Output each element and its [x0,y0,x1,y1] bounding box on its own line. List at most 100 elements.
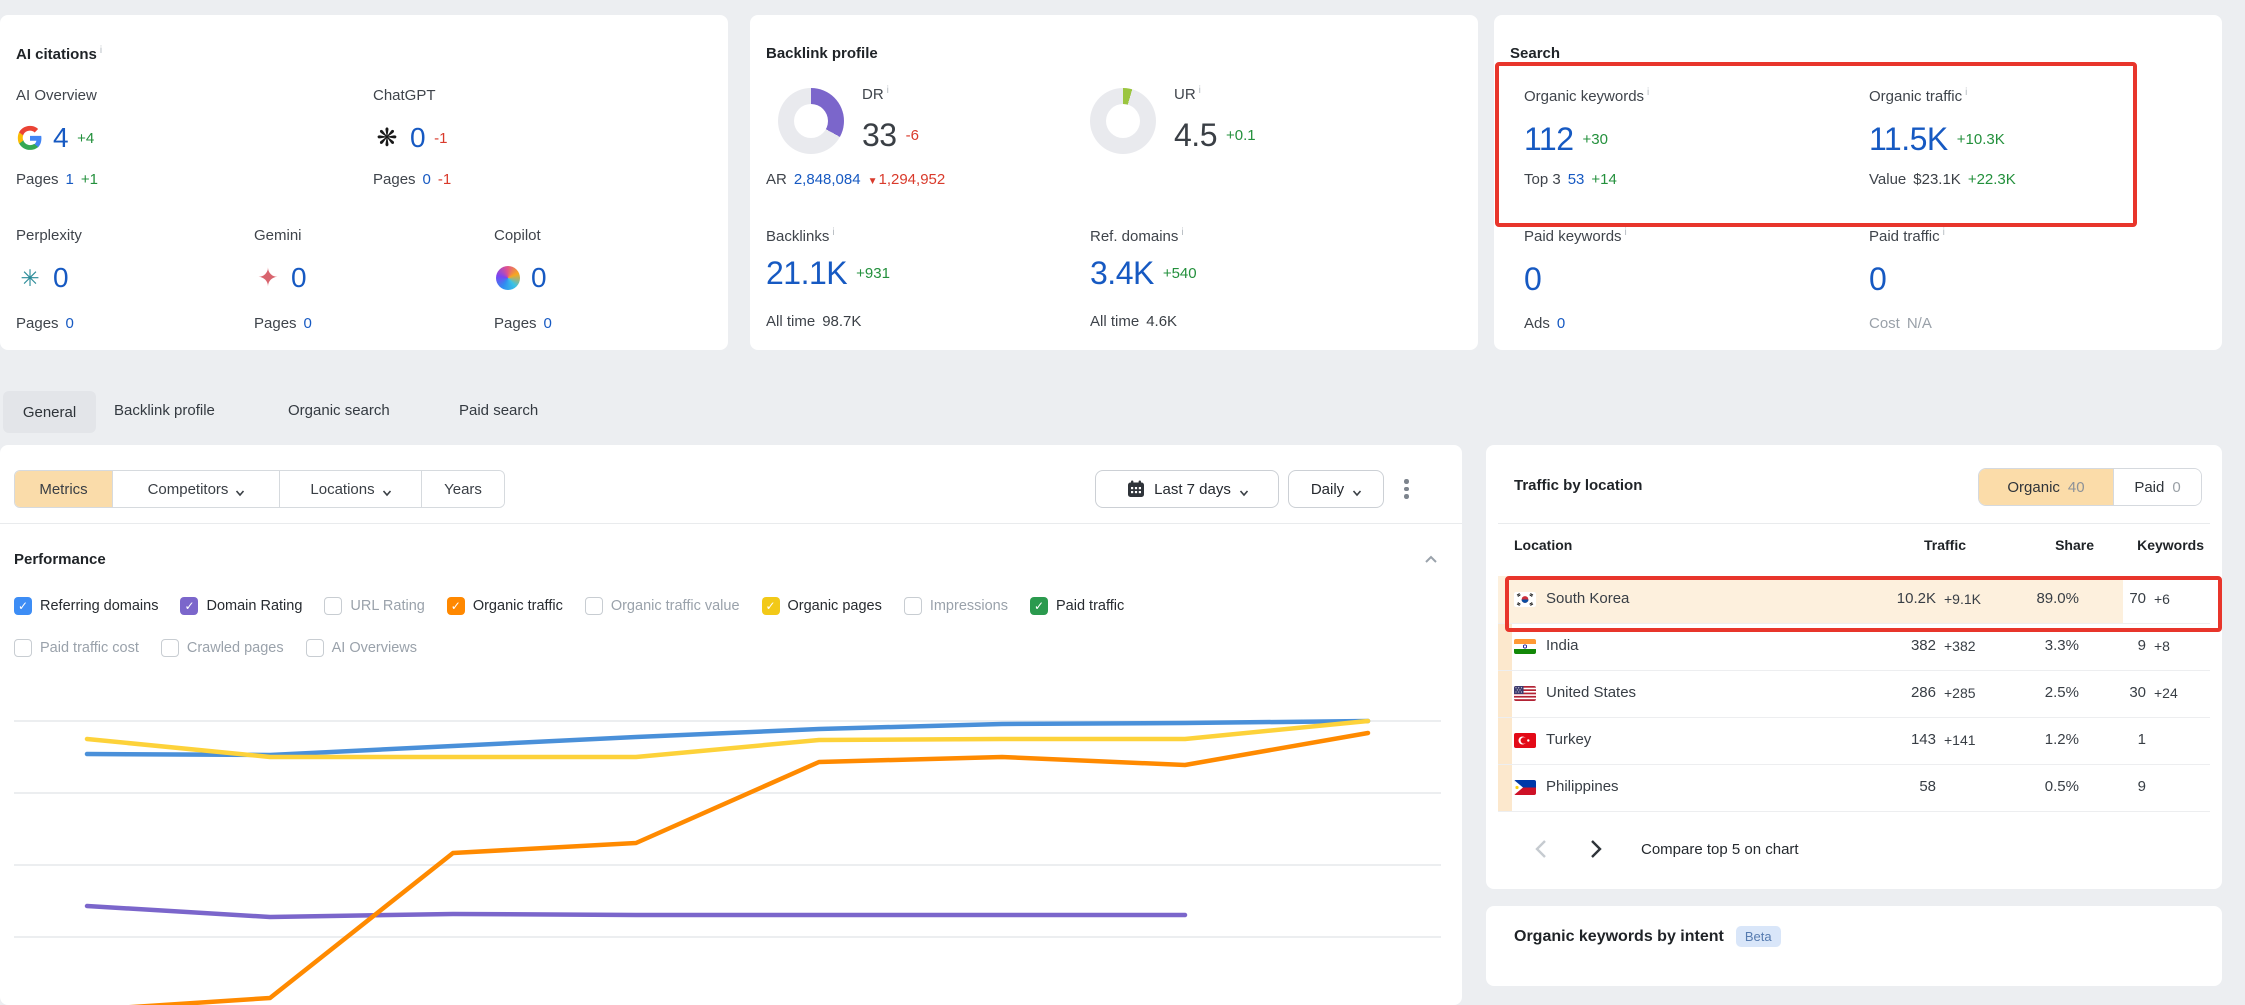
info-icon[interactable]: i [1199,85,1201,96]
compare-top5-link[interactable]: Compare top 5 on chart [1641,841,1799,858]
checkbox-paid-traffic-cost[interactable]: Paid traffic cost [14,639,139,657]
checkbox-referring-domains[interactable]: ✓Referring domains [14,597,158,615]
segment-locations[interactable]: Locations [280,471,422,507]
checkbox-organic-pages[interactable]: ✓Organic pages [762,597,882,615]
search-card: Search Organic keywordsi 112 +30 Top 3 5… [1494,15,2222,350]
info-icon[interactable]: i [1181,227,1183,238]
checkbox-crawled-pages[interactable]: Crawled pages [161,639,284,657]
check-icon: ✓ [1034,600,1044,612]
ref-domains-delta: +540 [1163,265,1197,282]
checkbox-box: ✓ [762,597,780,615]
pages-value[interactable]: 0 [66,315,74,332]
header-divider [1498,523,2210,524]
date-range-button[interactable]: Last 7 days [1095,470,1279,508]
ai-value-row: ❋0-1 [373,121,447,155]
tab-paid-search[interactable]: Paid search [459,402,538,419]
ai-citations-value[interactable]: 0 [410,122,425,154]
location-name: Philippines [1546,778,1619,795]
location-row-turkey: Turkey143+1411.2%1 [1486,717,2222,764]
pages-value[interactable]: 0 [423,171,431,188]
next-page-chevron-icon[interactable] [1584,838,1608,862]
pages-label: Pages [16,171,59,188]
organic-keywords-value[interactable]: 112 [1524,121,1574,158]
traffic-value: 58 [1786,778,1936,795]
info-icon[interactable]: i [100,45,102,56]
checkbox-label: Domain Rating [206,598,302,614]
traffic-value-line: Value $23.1K +22.3K [1869,171,2016,188]
ref-domains-value[interactable]: 3.4K [1090,255,1154,292]
keywords-value[interactable]: 9 [2066,637,2146,654]
tab-general[interactable]: General [3,391,96,433]
dr-donut-chart [778,88,844,154]
pages-value[interactable]: 1 [66,171,74,188]
checkbox-ai-overviews[interactable]: AI Overviews [306,639,417,657]
location-name: Turkey [1546,731,1591,748]
chart-controls-group: Metrics CompetitorsLocations Years [14,470,505,508]
ai-pages-line: Pages0 [254,315,312,332]
segment-years[interactable]: Years [422,471,504,507]
checkbox-url-rating[interactable]: URL Rating [324,597,424,615]
flag-icon-tr [1514,733,1536,748]
dr-value: 33 [862,117,897,154]
organic-keywords-label: Organic keywordsi [1524,87,1649,105]
flag-icon-ph [1514,780,1536,795]
keywords-value[interactable]: 70 [2066,590,2146,607]
granularity-button[interactable]: Daily [1288,470,1384,508]
checkbox-box: ✓ [14,597,32,615]
series-line-organic-pages [87,721,1368,757]
checkbox-impressions[interactable]: Impressions [904,597,1008,615]
checkbox-organic-traffic[interactable]: ✓Organic traffic [447,597,563,615]
checkbox-domain-rating[interactable]: ✓Domain Rating [180,597,302,615]
backlinks-delta: +931 [856,265,890,282]
location-row-united-states: United States286+2852.5%30+24 [1486,670,2222,717]
toggle-paid[interactable]: Paid 0 [2113,469,2201,505]
tab-backlink-profile[interactable]: Backlink profile [114,402,215,419]
ai-citations-value[interactable]: 0 [531,262,546,294]
ai-source-label: Perplexity [16,227,82,244]
collapse-chevron-up-icon[interactable] [1424,553,1438,571]
info-icon[interactable]: i [887,85,889,96]
tab-organic-search[interactable]: Organic search [288,402,390,419]
ai-citations-value[interactable]: 4 [53,122,68,154]
checkbox-label: URL Rating [350,598,424,614]
pages-delta: -1 [438,171,451,188]
keywords-value[interactable]: 9 [2066,778,2146,795]
more-options-kebab-icon[interactable] [1400,475,1413,503]
row-separator [1498,670,2210,671]
ai-pages-line: Pages 0 [494,315,552,332]
info-icon[interactable]: i [1965,87,1967,98]
top3-value[interactable]: 53 [1568,171,1585,188]
keywords-value[interactable]: 1 [2066,731,2146,748]
keywords-value[interactable]: 30 [2066,684,2146,701]
ai-source-label: Gemini [254,227,302,244]
toggle-organic[interactable]: Organic 40 [1979,469,2113,505]
ai-citations-value[interactable]: 0 [291,262,306,294]
pages-value[interactable]: 0 [544,315,552,332]
ahrefs-rank-value[interactable]: 2,848,084 [794,171,861,188]
pages-value[interactable]: 0 [304,315,312,332]
info-icon[interactable]: i [832,227,834,238]
pages-label: Pages [494,315,537,332]
pages-delta: +1 [81,171,98,188]
info-icon[interactable]: i [1625,227,1627,238]
checkbox-paid-traffic[interactable]: ✓Paid traffic [1030,597,1124,615]
ai-citations-value[interactable]: 0 [53,262,68,294]
check-icon: ✓ [451,600,461,612]
ads-value[interactable]: 0 [1557,315,1565,332]
chevron-down-icon [1352,485,1361,494]
location-row-south-korea: South Korea10.2K+9.1K89.0%70+6 [1486,576,2222,623]
location-row-philippines: Philippines580.5%9 [1486,764,2222,811]
segment-metrics[interactable]: Metrics [15,471,113,507]
checkbox-organic-traffic-value[interactable]: Organic traffic value [585,597,740,615]
organic-traffic-value[interactable]: 11.5K [1869,121,1948,158]
segment-label: Metrics [39,481,87,498]
info-icon[interactable]: i [1943,227,1945,238]
top3-line: Top 3 53 +14 [1524,171,1617,188]
prev-page-chevron-icon[interactable] [1531,838,1555,862]
segment-competitors[interactable]: Competitors [113,471,280,507]
info-icon[interactable]: i [1647,87,1649,98]
paid-keywords-value[interactable]: 0 [1524,261,1541,298]
segment-label: Years [444,481,482,498]
paid-traffic-value[interactable]: 0 [1869,261,1886,298]
backlinks-value[interactable]: 21.1K [766,255,847,292]
